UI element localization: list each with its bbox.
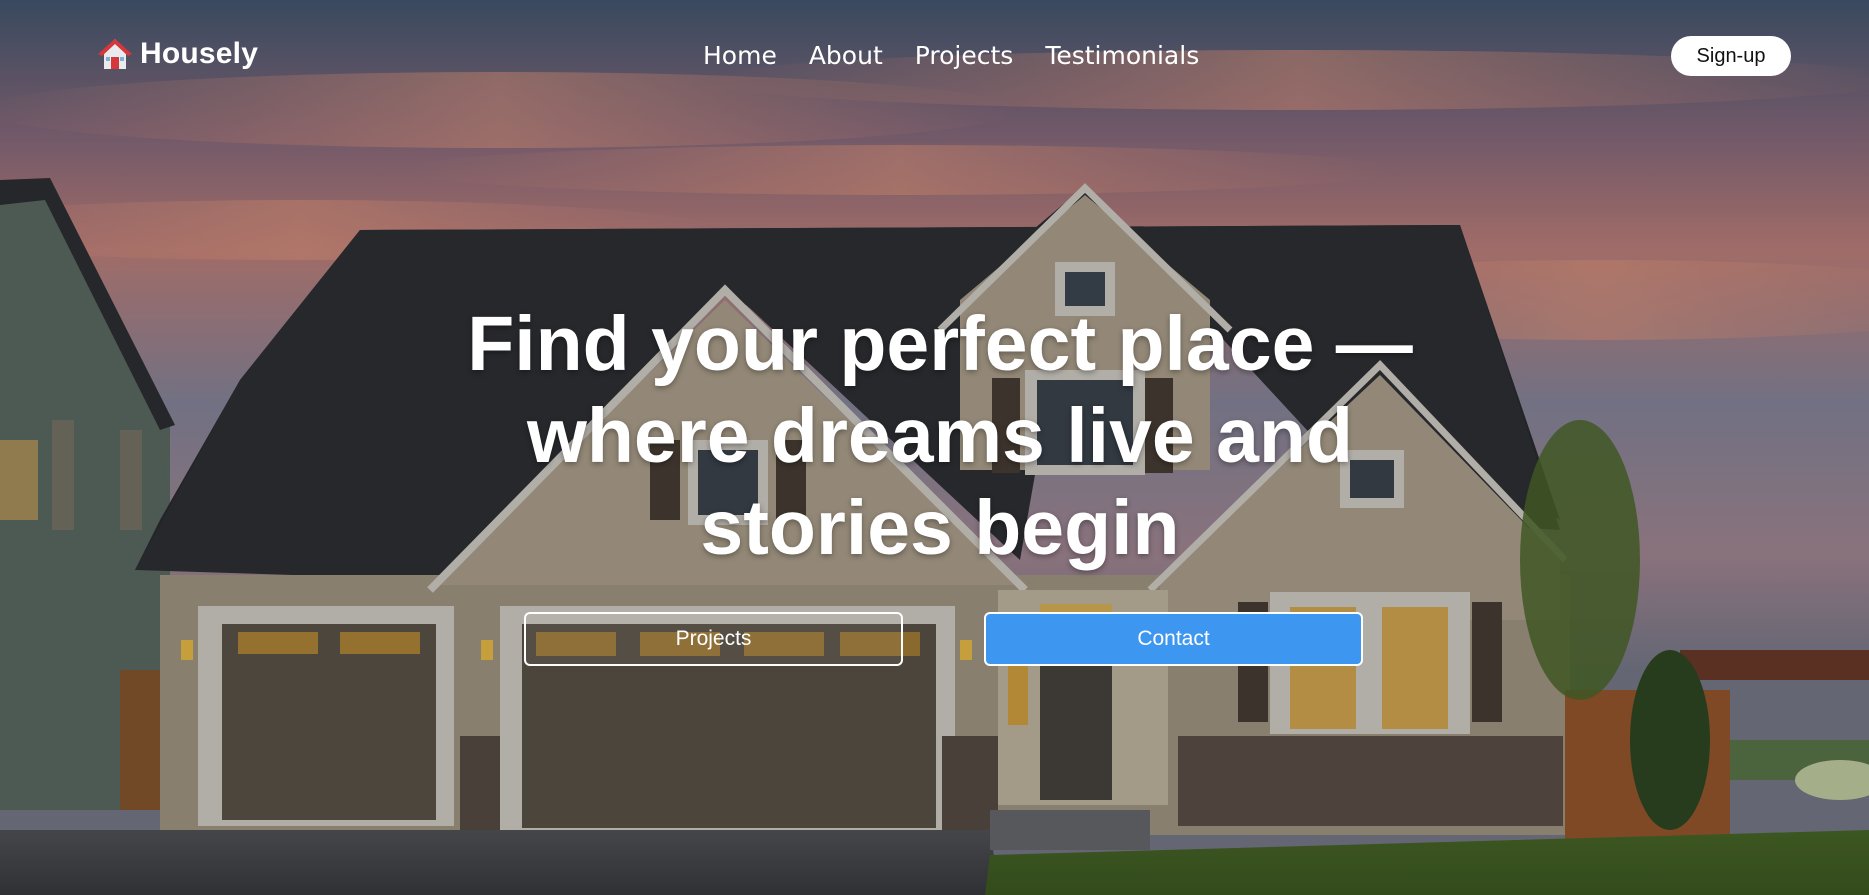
nav-link-about[interactable]: About [809,38,883,74]
nav-link-testimonials[interactable]: Testimonials [1045,38,1199,74]
brand-name: Housely [140,37,259,70]
brand-logo[interactable]: Housely [98,36,258,72]
hero-headline: Find your perfect place — where dreams l… [467,301,1413,571]
nav-link-projects[interactable]: Projects [915,38,1014,74]
nav-link-home[interactable]: Home [703,38,777,74]
main-nav: Home About Projects Testimonials [703,38,1199,74]
projects-button[interactable]: Projects [524,612,903,666]
house-icon [98,39,132,69]
signup-button[interactable]: Sign-up [1671,36,1791,76]
hero-section: Housely Home About Projects Testimonials… [0,0,1869,895]
contact-button[interactable]: Contact [984,612,1363,666]
